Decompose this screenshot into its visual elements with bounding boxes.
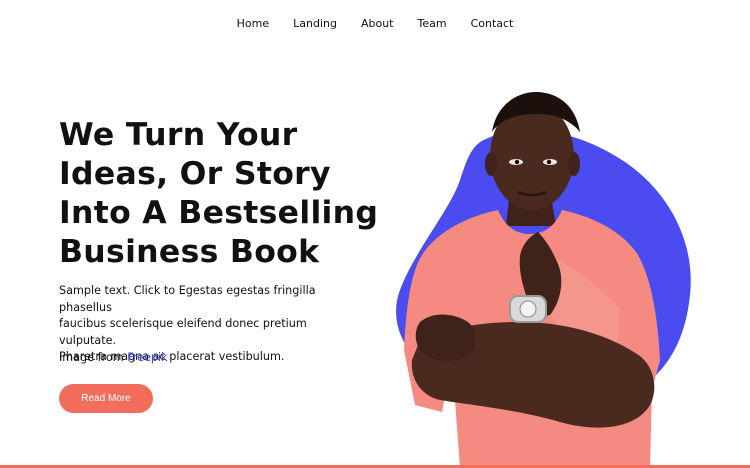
hero-title-line: Into A Bestselling [59,195,379,231]
nav-link-contact[interactable]: Contact [471,17,514,30]
ear-left [485,152,497,176]
hero-title: We Turn Your Ideas, Or Story Into A Best… [59,116,379,272]
image-credit: Image from Freepik [59,351,168,364]
hero-title-line: Ideas, Or Story [59,156,331,192]
hero-title-line: Business Book [59,234,320,270]
hero-text-line: Sample text. Click to Egestas egestas fr… [59,284,316,314]
read-more-button[interactable]: Read More [59,384,153,413]
hero-title-line: We Turn Your [59,117,298,153]
credit-prefix: Image from [59,351,128,364]
hero-text-line: faucibus scelerisque eleifend donec pret… [59,317,307,347]
pupil-left [514,159,520,165]
nav-link-about[interactable]: About [361,17,394,30]
nav-link-home[interactable]: Home [237,17,269,30]
main-nav: Home Landing About Team Contact [0,0,750,46]
freepik-link[interactable]: Freepik [127,351,167,364]
left-hand [415,314,476,361]
ear-right [568,152,580,176]
watch-face [519,300,537,318]
hero-image [396,92,691,468]
pupil-right [546,159,552,165]
nav-link-team[interactable]: Team [417,17,446,30]
nav-link-landing[interactable]: Landing [293,17,337,30]
